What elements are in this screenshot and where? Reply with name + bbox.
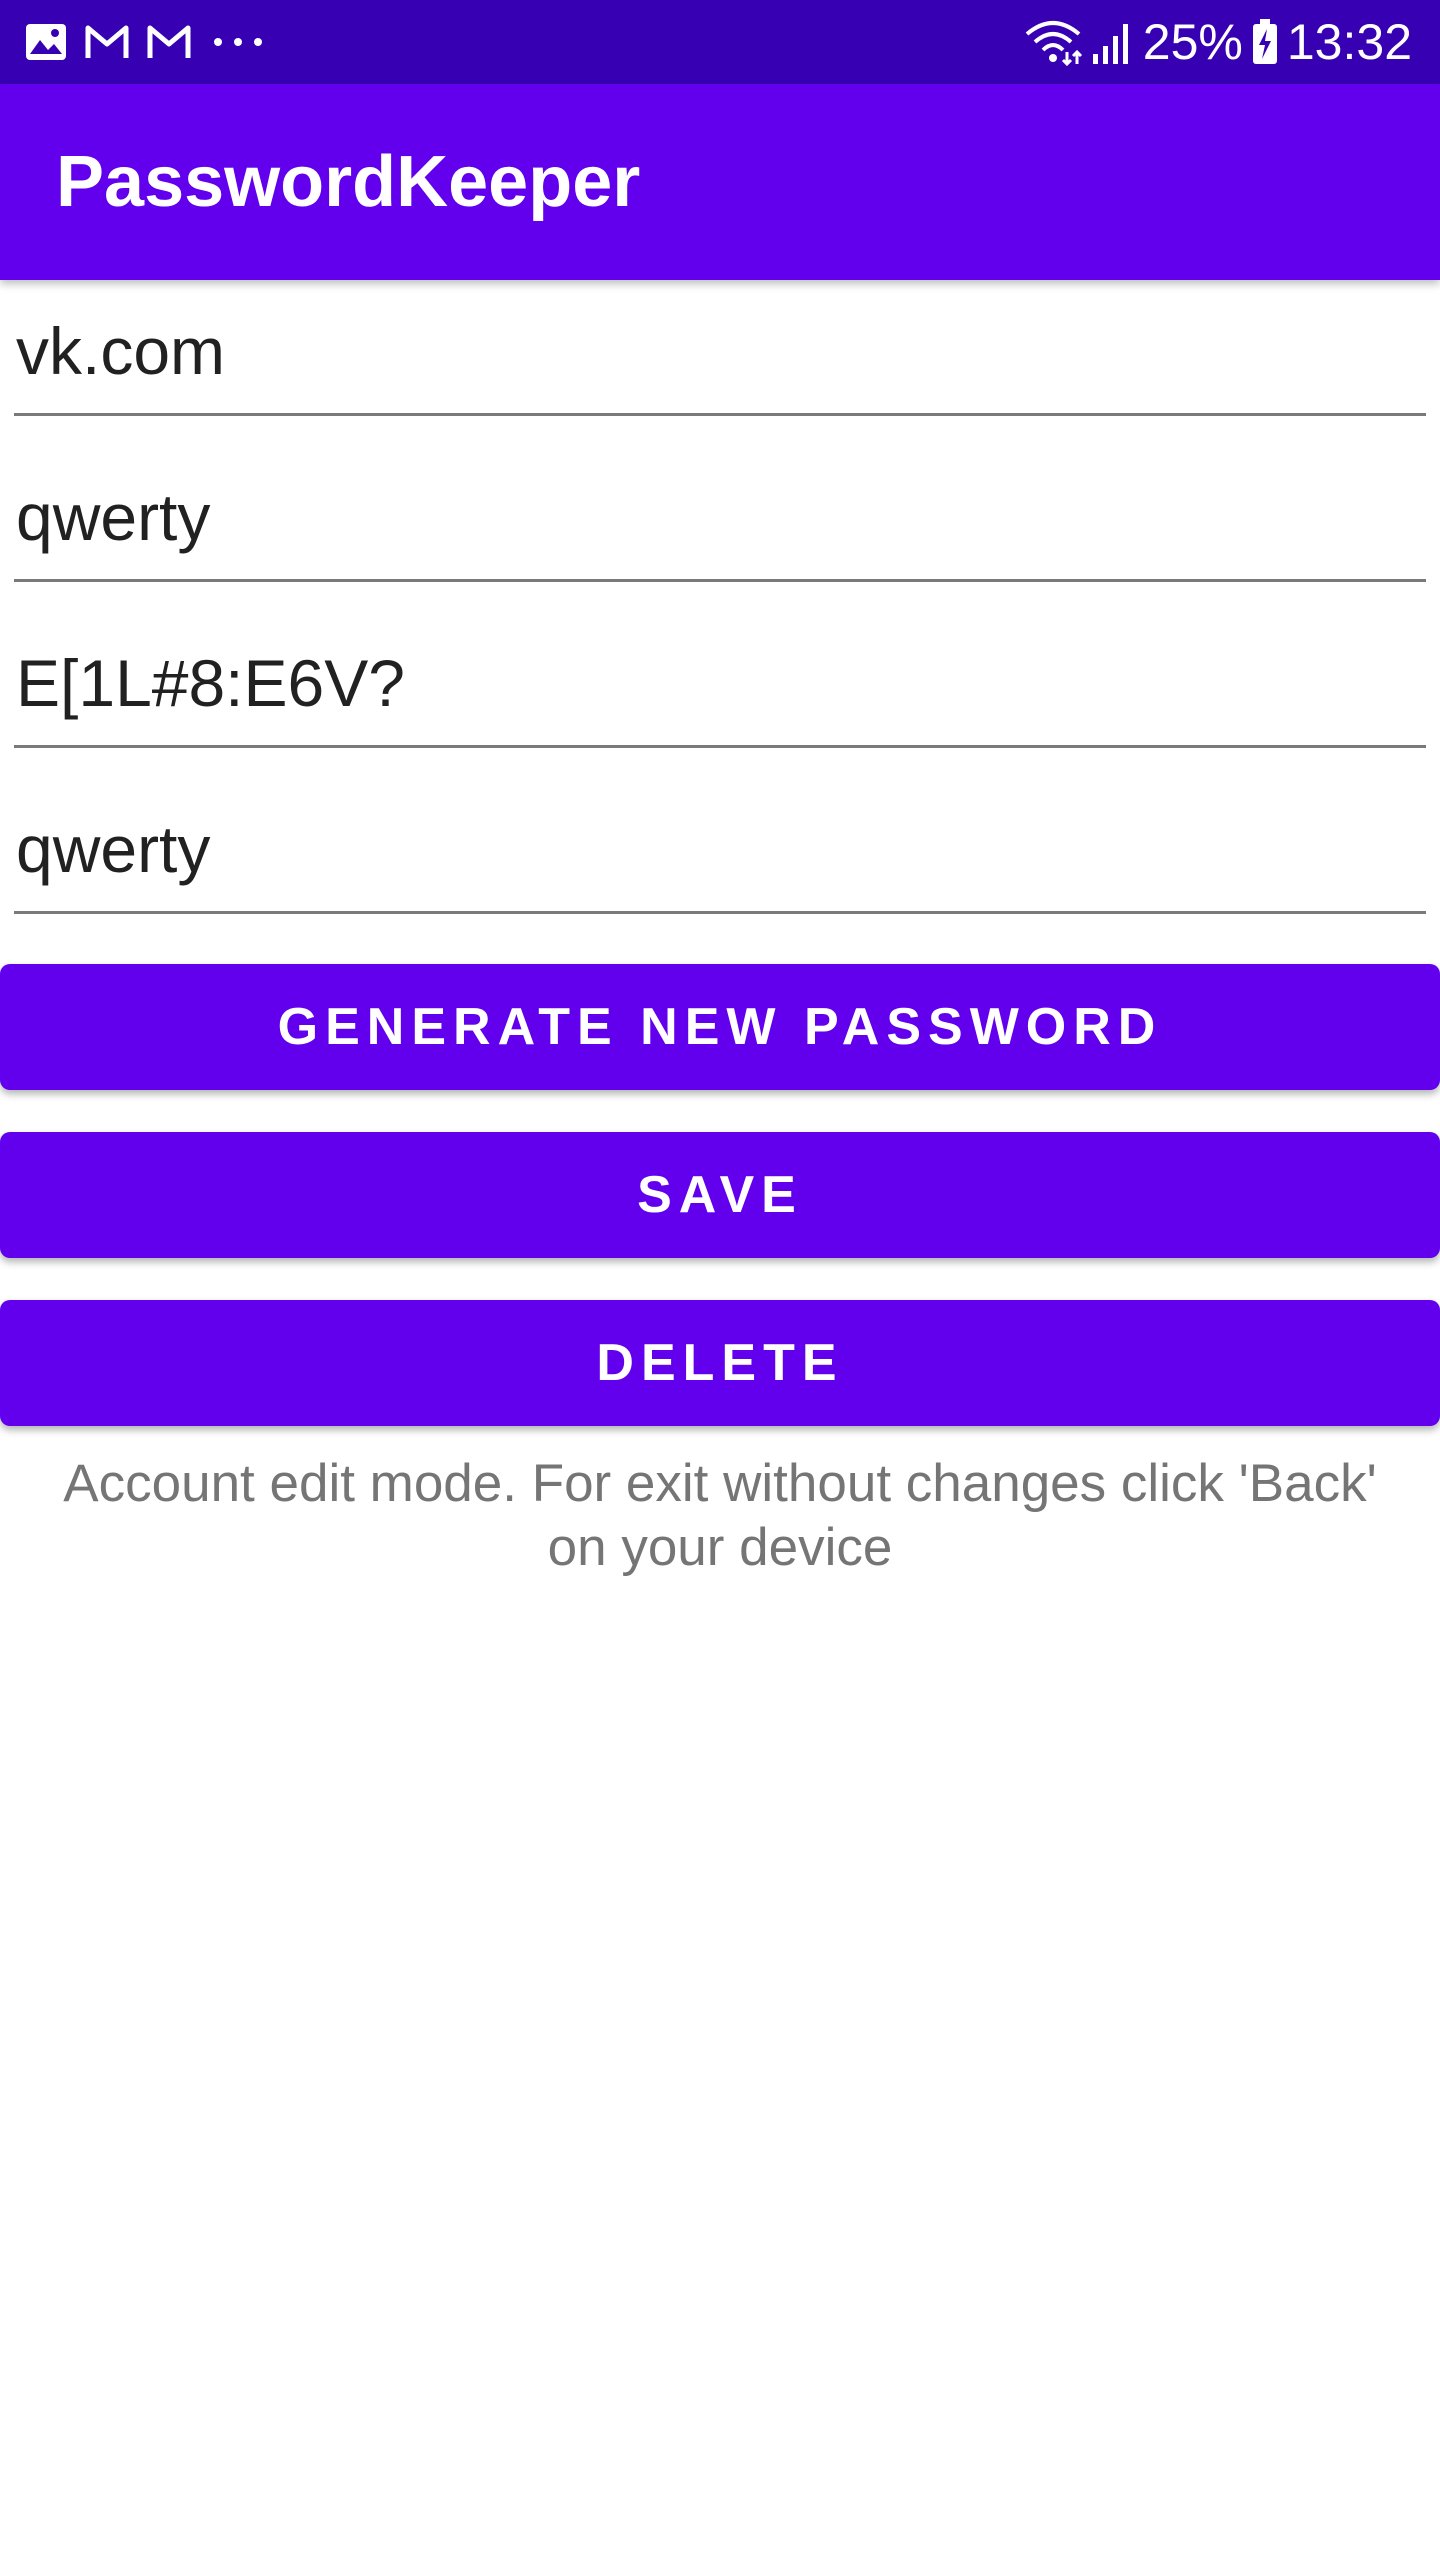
notification-icons	[24, 0, 268, 84]
password-confirm-input[interactable]	[14, 794, 1426, 914]
app-bar: PasswordKeeper	[0, 84, 1440, 280]
login-input[interactable]	[14, 462, 1426, 582]
edit-mode-hint: Account edit mode. For exit without chan…	[63, 1454, 1377, 1577]
gmail-icon	[146, 24, 192, 60]
system-status: 25% 13:32	[1023, 0, 1412, 84]
save-button[interactable]: SAVE	[0, 1132, 1440, 1258]
clock: 13:32	[1286, 14, 1412, 70]
delete-button[interactable]: DELETE	[0, 1300, 1440, 1426]
more-notifications-icon	[208, 32, 268, 52]
password-input[interactable]	[14, 628, 1426, 748]
gmail-icon	[84, 24, 130, 60]
site-input[interactable]	[14, 296, 1426, 416]
wifi-icon	[1023, 18, 1083, 66]
generate-password-button[interactable]: GENERATE NEW PASSWORD	[0, 964, 1440, 1090]
battery-percent: 25%	[1142, 14, 1243, 70]
status-bar: 25% 13:32	[0, 0, 1440, 84]
battery-charging-icon	[1251, 19, 1279, 65]
app-title: PasswordKeeper	[56, 142, 641, 222]
gallery-icon	[24, 22, 68, 62]
signal-icon	[1091, 18, 1135, 66]
